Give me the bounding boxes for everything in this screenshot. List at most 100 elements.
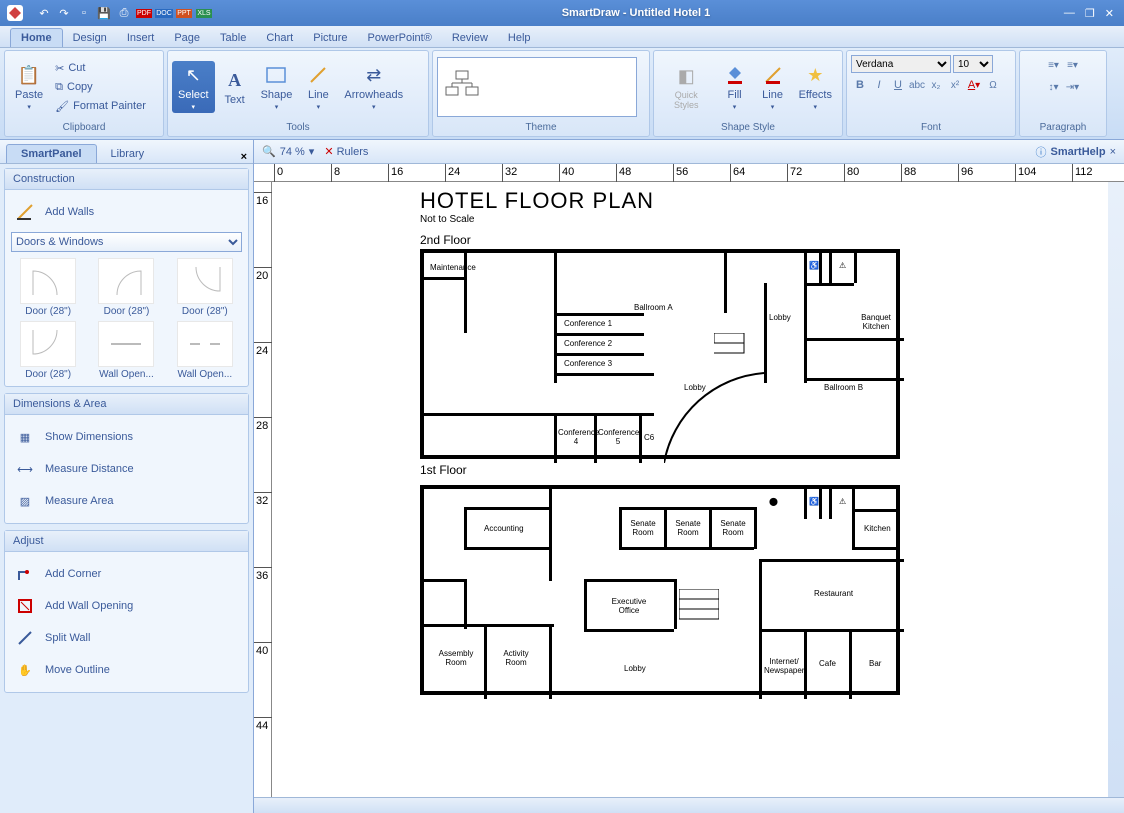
shape-item[interactable]: Door (28") bbox=[11, 321, 85, 380]
hand-icon: ✋ bbox=[15, 660, 35, 680]
print-button[interactable]: ⎙ bbox=[116, 5, 132, 21]
font-color-button[interactable]: A▾ bbox=[965, 77, 983, 93]
add-corner-item[interactable]: Add Corner bbox=[11, 558, 242, 590]
font-name-select[interactable]: Verdana bbox=[851, 55, 951, 73]
arrowheads-icon: ⇄ bbox=[362, 63, 386, 87]
canvas-toolbar: 🔍74 % ▾ ✕ Rulers ⓘSmartHelp × bbox=[254, 140, 1124, 164]
dimensions-section: Dimensions & Area ▦Show Dimensions ⟷Meas… bbox=[4, 393, 249, 524]
shape-item[interactable]: Door (28") bbox=[89, 258, 163, 317]
format-painter-button[interactable]: 🖌Format Painter bbox=[51, 98, 150, 115]
zoom-control[interactable]: 🔍74 % ▾ bbox=[262, 145, 314, 158]
underline-button[interactable]: U bbox=[889, 77, 907, 93]
floor1-label: 1st Floor bbox=[420, 463, 1110, 477]
move-outline-item[interactable]: ✋Move Outline bbox=[11, 654, 242, 686]
subscript-button[interactable]: x₂ bbox=[927, 77, 945, 93]
horizontal-scrollbar[interactable] bbox=[254, 797, 1124, 813]
ribbon: 📋 Paste▾ ✂Cut ⧉Copy 🖌Format Painter Clip… bbox=[0, 48, 1124, 140]
add-wall-opening-item[interactable]: Add Wall Opening bbox=[11, 590, 242, 622]
add-walls-item[interactable]: Add Walls bbox=[11, 196, 242, 228]
copy-button[interactable]: ⧉Copy bbox=[51, 79, 150, 96]
dimensions-header: Dimensions & Area bbox=[5, 394, 248, 415]
shapes-grid: Door (28")Door (28")Door (28")Door (28")… bbox=[11, 258, 242, 380]
menu-tab-page[interactable]: Page bbox=[164, 29, 210, 47]
xls-button[interactable]: XLS bbox=[196, 5, 212, 21]
theme-gallery[interactable] bbox=[437, 57, 637, 117]
bold-button[interactable]: B bbox=[851, 77, 869, 93]
font-size-select[interactable]: 10 bbox=[953, 55, 993, 73]
menu-tab-home[interactable]: Home bbox=[10, 28, 63, 47]
app-logo[interactable] bbox=[0, 0, 30, 26]
menu-tab-help[interactable]: Help bbox=[498, 29, 541, 47]
menu-tab-design[interactable]: Design bbox=[63, 29, 117, 47]
horizontal-ruler: 081624324048566472808896104112 bbox=[254, 164, 1124, 182]
ribbon-shape-style: ◧Quick Styles Fill▾ Line▾ ★Effects▾ Shap… bbox=[653, 50, 843, 137]
tab-smartpanel[interactable]: SmartPanel bbox=[6, 144, 97, 163]
pdf-button[interactable]: PDF bbox=[136, 5, 152, 21]
select-tool-button[interactable]: ↖Select▾ bbox=[172, 61, 215, 113]
save-button[interactable]: 💾 bbox=[96, 5, 112, 21]
show-dimensions-item[interactable]: ▦Show Dimensions bbox=[11, 421, 242, 453]
align-button[interactable]: ≡▾ bbox=[1064, 57, 1082, 73]
menu-tab-picture[interactable]: Picture bbox=[303, 29, 357, 47]
measure-distance-item[interactable]: ⟷Measure Distance bbox=[11, 453, 242, 485]
panel-body: Construction Add Walls Doors & Windows D… bbox=[0, 164, 253, 813]
menu-tab-table[interactable]: Table bbox=[210, 29, 256, 47]
indent-button[interactable]: ⇥▾ bbox=[1064, 79, 1082, 95]
fill-button[interactable]: Fill▾ bbox=[717, 61, 753, 113]
line-tool-button[interactable]: Line▾ bbox=[300, 61, 336, 113]
line-spacing-button[interactable]: ↕▾ bbox=[1045, 79, 1063, 95]
cut-button[interactable]: ✂Cut bbox=[51, 60, 150, 77]
doc-button[interactable]: DOC bbox=[156, 5, 172, 21]
rulers-icon: ✕ bbox=[324, 146, 333, 158]
restore-button[interactable]: ❐ bbox=[1085, 7, 1095, 20]
line-icon bbox=[306, 63, 330, 87]
split-wall-item[interactable]: Split Wall bbox=[11, 622, 242, 654]
new-button[interactable]: ▫ bbox=[76, 5, 92, 21]
quick-styles-button[interactable]: ◧Quick Styles bbox=[658, 62, 715, 112]
paragraph-group-label: Paragraph bbox=[1022, 121, 1104, 134]
shape-item[interactable]: Door (28") bbox=[11, 258, 85, 317]
smarthelp-button[interactable]: ⓘSmartHelp × bbox=[1036, 144, 1116, 160]
superscript-button[interactable]: x² bbox=[946, 77, 964, 93]
shape-item[interactable]: Wall Open... bbox=[89, 321, 163, 380]
tab-library[interactable]: Library bbox=[97, 145, 159, 163]
undo-button[interactable]: ↶ bbox=[36, 5, 52, 21]
plan-subtitle: Not to Scale bbox=[420, 214, 1110, 225]
panel-close-button[interactable]: × bbox=[241, 151, 247, 163]
italic-button[interactable]: I bbox=[870, 77, 888, 93]
redo-button[interactable]: ↷ bbox=[56, 5, 72, 21]
text-tool-button[interactable]: AText bbox=[217, 66, 253, 108]
close-button[interactable]: ✕ bbox=[1105, 7, 1114, 20]
doors-windows-select[interactable]: Doors & Windows bbox=[11, 232, 242, 252]
wall-icon bbox=[15, 202, 35, 222]
menu-tab-powerpoint[interactable]: PowerPoint® bbox=[357, 29, 441, 47]
menu-tab-chart[interactable]: Chart bbox=[256, 29, 303, 47]
floor2-label: 2nd Floor bbox=[420, 233, 1110, 247]
rulers-button[interactable]: ✕ Rulers bbox=[324, 145, 368, 158]
bullets-button[interactable]: ≡▾ bbox=[1045, 57, 1063, 73]
brush-icon: 🖌 bbox=[55, 100, 69, 113]
corner-icon bbox=[15, 564, 35, 584]
ribbon-paragraph: ≡▾≡▾ ↕▾⇥▾ Paragraph bbox=[1019, 50, 1107, 137]
ppt-button[interactable]: PPT bbox=[176, 5, 192, 21]
strikethrough-button[interactable]: abc bbox=[908, 77, 926, 93]
canvas[interactable]: HOTEL FLOOR PLAN Not to Scale 2nd Floor bbox=[272, 182, 1124, 797]
quick-access-toolbar: ↶ ↷ ▫ 💾 ⎙ PDF DOC PPT XLS bbox=[30, 5, 218, 21]
arrowheads-button[interactable]: ⇄Arrowheads▾ bbox=[338, 61, 409, 113]
help-icon: ⓘ bbox=[1036, 144, 1047, 160]
measure-area-item[interactable]: ▨Measure Area bbox=[11, 485, 242, 517]
effects-button[interactable]: ★Effects▾ bbox=[793, 61, 838, 113]
paste-button[interactable]: 📋 Paste▾ bbox=[9, 61, 49, 113]
fill-icon bbox=[723, 63, 747, 87]
canvas-area: 🔍74 % ▾ ✕ Rulers ⓘSmartHelp × 0816243240… bbox=[254, 140, 1124, 813]
theme-group-label: Theme bbox=[435, 121, 647, 134]
menu-tab-insert[interactable]: Insert bbox=[117, 29, 165, 47]
minimize-button[interactable]: — bbox=[1064, 7, 1075, 20]
shape-tool-button[interactable]: Shape▾ bbox=[255, 61, 299, 113]
vertical-scrollbar[interactable] bbox=[1108, 182, 1124, 797]
shape-item[interactable]: Wall Open... bbox=[168, 321, 242, 380]
style-line-button[interactable]: Line▾ bbox=[755, 61, 791, 113]
symbol-button[interactable]: Ω bbox=[984, 77, 1002, 93]
menu-tab-review[interactable]: Review bbox=[442, 29, 498, 47]
shape-item[interactable]: Door (28") bbox=[168, 258, 242, 317]
